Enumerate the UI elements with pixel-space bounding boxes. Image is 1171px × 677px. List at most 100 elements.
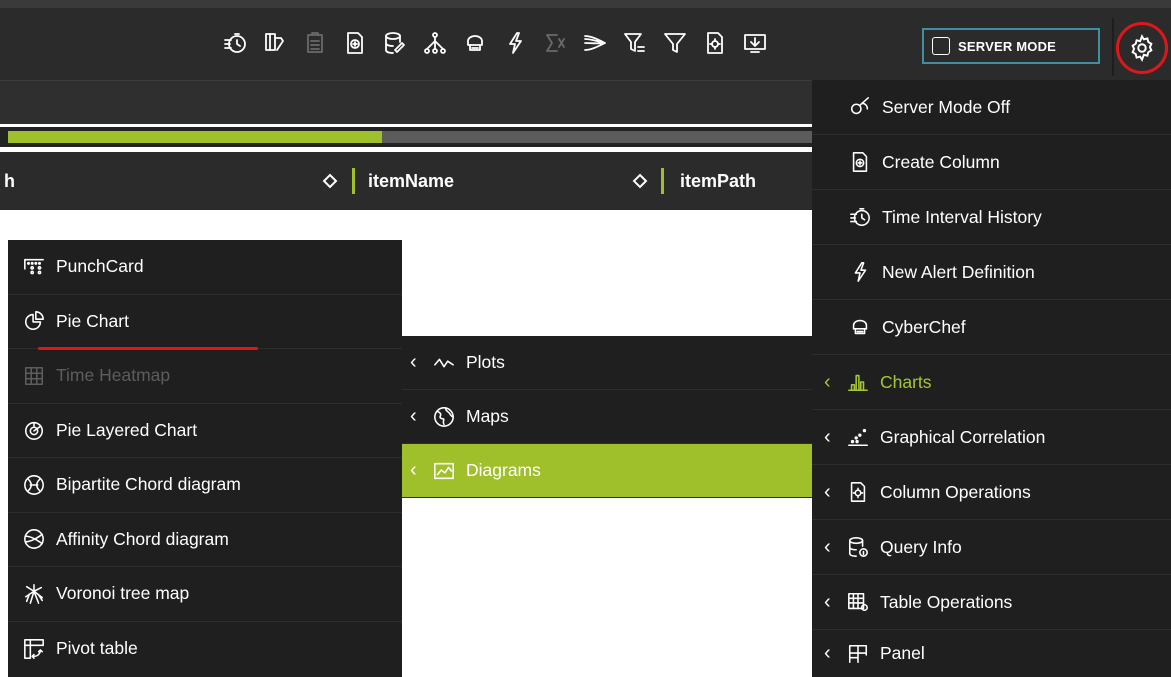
copy-columns-icon[interactable] <box>262 30 288 56</box>
alert-icon <box>848 260 872 284</box>
cyberchef-icon <box>848 315 872 339</box>
chevron-left-icon: ‹ <box>824 370 831 393</box>
diagram-icon <box>432 459 456 483</box>
menu-item-maps[interactable]: ‹ Maps <box>402 390 812 444</box>
charts-icon <box>846 370 870 394</box>
menu-item-voronoi-tree-map[interactable]: Voronoi tree map <box>8 567 402 622</box>
column-divider <box>352 168 355 194</box>
filter-icon[interactable] <box>662 30 688 56</box>
column-header-itemname[interactable]: itemName <box>368 152 454 210</box>
menu-item-pivot-table[interactable]: Pivot table <box>8 622 402 677</box>
menu-item-label: Pie Layered Chart <box>56 419 198 440</box>
sort-icon[interactable] <box>322 173 338 189</box>
menu-item-label: Charts <box>880 371 932 392</box>
time-interval-icon <box>848 205 872 229</box>
menu-item-create-column[interactable]: Create Column <box>812 135 1171 190</box>
query-edit-icon[interactable] <box>382 30 408 56</box>
menu-item-graphical-correlation[interactable]: ‹ Graphical Correlation <box>812 410 1171 465</box>
server-mode-off-icon <box>848 95 872 119</box>
chevron-left-icon: ‹ <box>824 590 831 613</box>
column-divider <box>661 168 664 194</box>
filter-or-icon[interactable] <box>622 30 648 56</box>
chevron-left-icon: ‹ <box>824 535 831 558</box>
server-mode-checkbox[interactable] <box>932 37 950 55</box>
menu-item-server-mode-off[interactable]: Server Mode Off <box>812 80 1171 135</box>
table-header-row: h itemName itemPath <box>0 152 820 210</box>
menu-item-table-operations[interactable]: ‹ Table Operations <box>812 575 1171 630</box>
menu-item-time-interval-history[interactable]: Time Interval History <box>812 190 1171 245</box>
menu-item-label: Query Info <box>880 536 962 557</box>
settings-button[interactable] <box>1116 22 1168 74</box>
scatter-icon <box>846 425 870 449</box>
menu-item-label: Pivot table <box>56 638 138 659</box>
chevron-left-icon: ‹ <box>824 425 831 448</box>
menu-item-diagrams[interactable]: ‹ Diagrams <box>402 444 812 498</box>
menu-item-query-info[interactable]: ‹ Query Info <box>812 520 1171 575</box>
chevron-left-icon: ‹ <box>410 351 417 373</box>
menu-item-label: Bipartite Chord diagram <box>56 474 241 495</box>
menu-item-cyberchef[interactable]: CyberChef <box>812 300 1171 355</box>
diagrams-submenu: PunchCard Pie Chart Time Heatmap Pie Lay… <box>8 240 402 677</box>
menu-item-label: Panel <box>880 643 925 663</box>
toolbar-divider <box>1112 18 1114 76</box>
menu-item-label: CyberChef <box>882 316 966 337</box>
menu-item-punchcard[interactable]: PunchCard <box>8 240 402 295</box>
table-operations-icon <box>846 590 870 614</box>
server-mode-label: SERVER MODE <box>958 38 1057 54</box>
column-header-itempath[interactable]: itemPath <box>680 152 756 210</box>
menu-item-label: Time Heatmap <box>56 365 171 386</box>
menu-item-column-operations[interactable]: ‹ Column Operations <box>812 465 1171 520</box>
pivot-table-icon <box>22 637 46 661</box>
column-header-path[interactable]: h <box>4 152 15 210</box>
affinity-chord-icon <box>22 527 46 551</box>
plots-icon <box>432 351 456 375</box>
menu-item-charts[interactable]: ‹ Charts <box>812 355 1171 410</box>
hierarchy-icon[interactable] <box>422 30 448 56</box>
menu-item-label: Create Column <box>882 151 1000 172</box>
bipartite-chord-icon <box>22 473 46 497</box>
chevron-left-icon: ‹ <box>410 405 417 427</box>
chevron-left-icon: ‹ <box>824 642 831 664</box>
streams-icon[interactable] <box>582 30 608 56</box>
cyberchef-icon[interactable] <box>462 30 488 56</box>
progress-bar <box>0 127 820 147</box>
panel-icon <box>846 642 870 666</box>
menu-item-label: Diagrams <box>466 460 541 480</box>
gear-icon <box>1131 34 1153 62</box>
progress-fill <box>8 131 382 143</box>
menu-item-label: Time Interval History <box>882 206 1042 227</box>
pie-chart-highlight-underline <box>38 347 258 350</box>
menu-item-affinity-chord-diagram[interactable]: Affinity Chord diagram <box>8 513 402 567</box>
menu-item-label: Graphical Correlation <box>880 426 1046 447</box>
pie-layered-icon <box>22 418 46 442</box>
server-mode-toggle[interactable]: SERVER MODE <box>922 28 1100 64</box>
download-icon[interactable] <box>742 30 768 56</box>
menu-item-label: Table Operations <box>880 591 1013 612</box>
time-interval-icon[interactable] <box>222 30 248 56</box>
menu-item-label: Plots <box>466 352 505 372</box>
progress-track <box>8 131 820 143</box>
menu-item-label: New Alert Definition <box>882 261 1035 282</box>
voronoi-icon <box>22 582 46 606</box>
menu-item-label: Pie Chart <box>56 310 129 331</box>
create-column-icon[interactable] <box>342 30 368 56</box>
settings-menu: Server Mode Off Create Column Time Inter… <box>812 80 1171 677</box>
pie-chart-icon <box>22 309 46 333</box>
aggregate-icon <box>542 30 568 56</box>
punchcard-icon <box>22 255 46 279</box>
menu-item-label: Maps <box>466 406 509 426</box>
globe-icon <box>432 405 456 429</box>
column-operations-icon[interactable] <box>702 30 728 56</box>
alert-icon[interactable] <box>502 30 528 56</box>
column-operations-icon <box>846 480 870 504</box>
menu-item-plots[interactable]: ‹ Plots <box>402 336 812 390</box>
sort-icon[interactable] <box>632 173 648 189</box>
menu-item-pie-chart[interactable]: Pie Chart <box>8 295 402 349</box>
chevron-left-icon: ‹ <box>410 459 417 481</box>
menu-item-label: Server Mode Off <box>882 96 1011 117</box>
time-heatmap-icon <box>22 364 46 388</box>
menu-item-pie-layered-chart[interactable]: Pie Layered Chart <box>8 404 402 458</box>
menu-item-bipartite-chord-diagram[interactable]: Bipartite Chord diagram <box>8 458 402 513</box>
menu-item-panel[interactable]: ‹ Panel <box>812 630 1171 677</box>
menu-item-new-alert-definition[interactable]: New Alert Definition <box>812 245 1171 300</box>
